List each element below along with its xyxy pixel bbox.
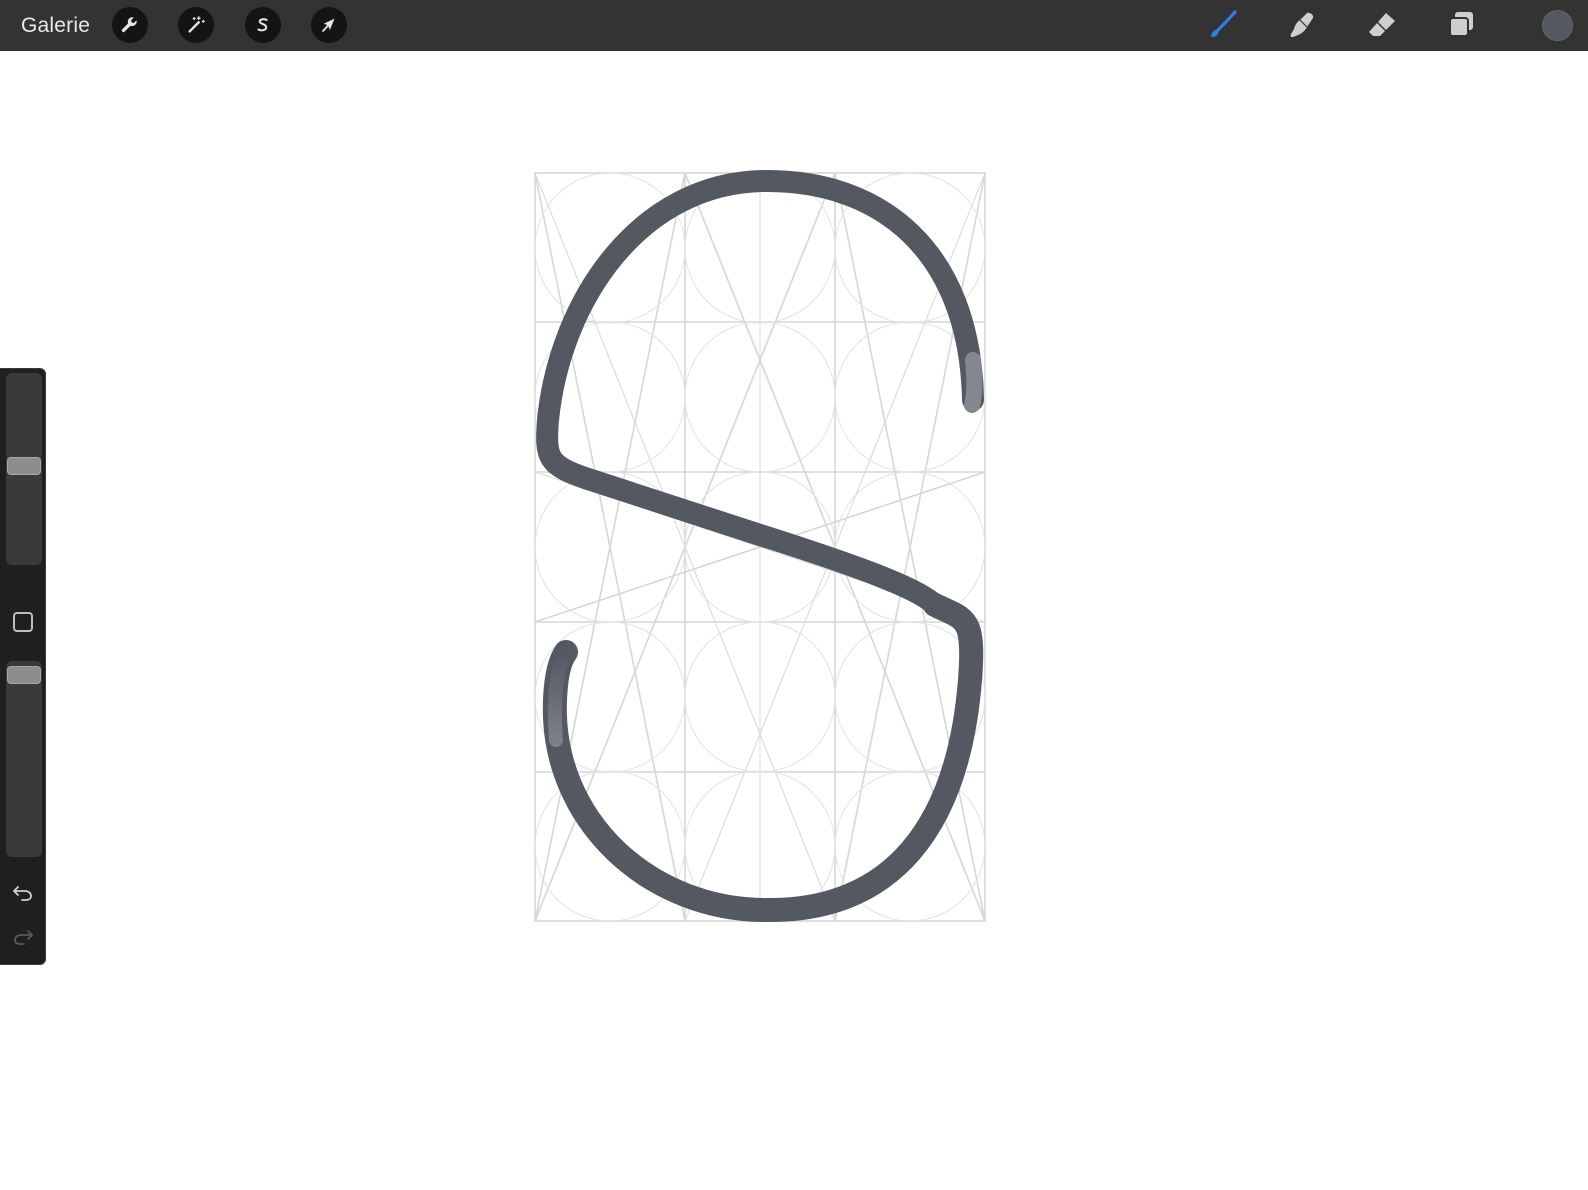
layers-button[interactable] xyxy=(1443,6,1481,44)
smudge-finger-icon xyxy=(1290,12,1314,38)
eraser-tool-button[interactable] xyxy=(1363,6,1401,44)
color-picker-button[interactable] xyxy=(1542,10,1573,41)
wrench-icon xyxy=(121,17,137,33)
eraser-icon xyxy=(1369,13,1395,36)
selection-button[interactable] xyxy=(245,7,281,43)
gallery-button[interactable]: Galerie xyxy=(21,14,93,38)
smudge-tool-button[interactable] xyxy=(1283,6,1321,44)
transform-button[interactable] xyxy=(311,7,347,43)
selection-s-icon xyxy=(257,18,268,32)
magic-wand-icon xyxy=(188,16,205,33)
top-toolbar: Galerie xyxy=(0,0,1588,51)
actions-button[interactable] xyxy=(112,7,148,43)
adjustments-button[interactable] xyxy=(178,7,214,43)
layers-icon xyxy=(1449,12,1473,37)
brush-tool-button[interactable] xyxy=(1204,6,1242,44)
drawing-canvas[interactable] xyxy=(0,51,1588,1190)
brush-icon xyxy=(1211,10,1237,37)
arrow-cursor-icon xyxy=(322,18,335,32)
